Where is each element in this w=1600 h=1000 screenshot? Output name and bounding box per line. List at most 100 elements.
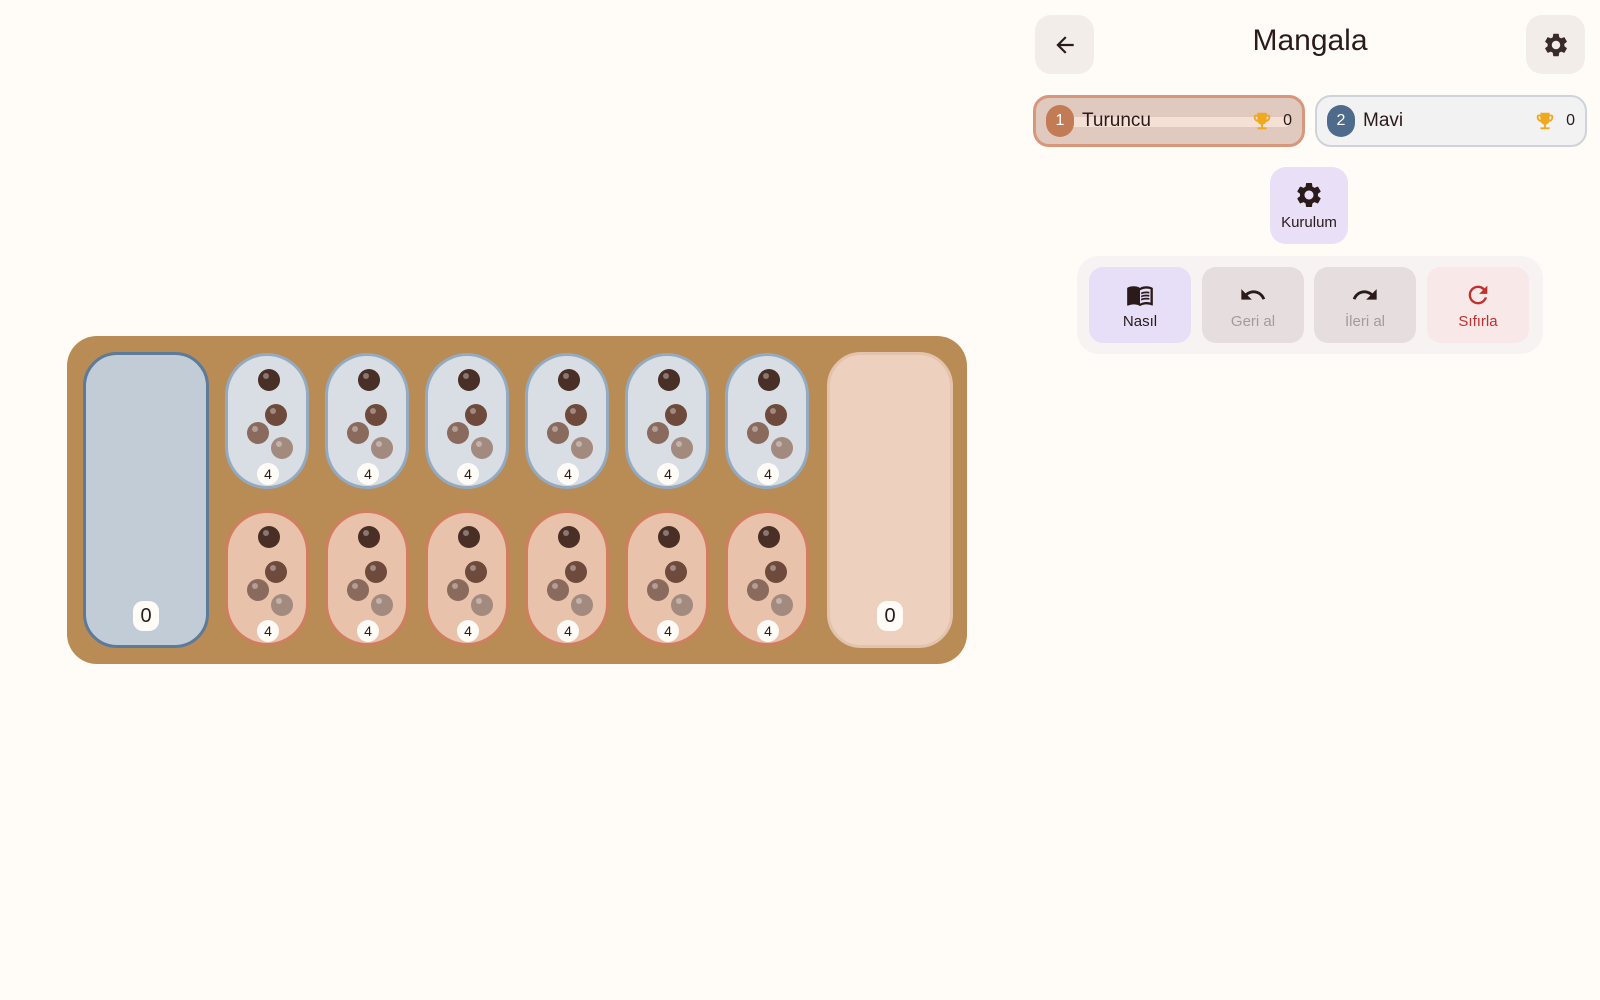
stone xyxy=(458,369,480,391)
setup-label: Kurulum xyxy=(1281,214,1337,231)
store-player-2: 0 xyxy=(83,352,209,648)
pit-bottom-2[interactable]: 4 xyxy=(325,510,409,646)
player-name: Mavi xyxy=(1363,110,1404,131)
stone xyxy=(465,404,487,426)
pit-count: 4 xyxy=(357,620,379,642)
stone xyxy=(647,422,669,444)
stone xyxy=(258,369,280,391)
stone xyxy=(458,526,480,548)
player-score: 0 xyxy=(1566,112,1575,129)
pit-top-4[interactable]: 4 xyxy=(525,353,609,489)
stone xyxy=(758,526,780,548)
pit-bottom-4[interactable]: 4 xyxy=(525,510,609,646)
pit-top-6[interactable]: 4 xyxy=(725,353,809,489)
undo-icon xyxy=(1241,288,1266,300)
stone xyxy=(747,422,769,444)
stone xyxy=(571,594,593,616)
how-to-play-button[interactable]: Nasıl xyxy=(1089,267,1191,343)
stone xyxy=(565,561,587,583)
stone xyxy=(371,437,393,459)
mangala-board: 0 4 4 4 4 4 4 4 4 4 4 4 4 0 xyxy=(67,336,967,664)
stone xyxy=(758,369,780,391)
stone xyxy=(658,526,680,548)
undo-label: Geri al xyxy=(1230,312,1276,330)
player-number-badge: 1 xyxy=(1046,105,1074,137)
stone xyxy=(771,594,793,616)
back-button[interactable] xyxy=(1035,15,1094,74)
pit-count: 4 xyxy=(657,463,679,485)
how-to-play-label: Nasıl xyxy=(1122,312,1158,330)
gear-icon xyxy=(1544,33,1567,56)
stone xyxy=(471,437,493,459)
app: Mangala 1 Turuncu 0 2 Mavi 0 Kurulum Nas… xyxy=(0,0,1600,1000)
undo-button[interactable]: Geri al xyxy=(1202,267,1304,343)
stone xyxy=(747,579,769,601)
pit-count: 4 xyxy=(357,463,379,485)
pit-bottom-1[interactable]: 4 xyxy=(225,510,309,646)
stone xyxy=(258,526,280,548)
stone xyxy=(665,404,687,426)
pit-count: 4 xyxy=(457,620,479,642)
stone xyxy=(647,579,669,601)
stone xyxy=(271,594,293,616)
reset-button[interactable]: Sıfırla xyxy=(1427,267,1529,343)
redo-label: İleri al xyxy=(1344,312,1385,330)
stone xyxy=(671,594,693,616)
stone xyxy=(358,369,380,391)
settings-button[interactable] xyxy=(1526,15,1585,74)
pit-count: 4 xyxy=(257,463,279,485)
trophy-icon xyxy=(1536,112,1554,130)
stone xyxy=(558,526,580,548)
player-score: 0 xyxy=(1283,112,1292,129)
stone xyxy=(358,526,380,548)
trophy-icon xyxy=(1253,112,1271,130)
player-card-1[interactable]: 1 Turuncu 0 xyxy=(1033,95,1305,147)
stone xyxy=(565,404,587,426)
stone xyxy=(547,579,569,601)
stone xyxy=(265,561,287,583)
stone xyxy=(265,404,287,426)
stone xyxy=(658,369,680,391)
stone xyxy=(371,594,393,616)
stone xyxy=(447,579,469,601)
arrow-left-icon xyxy=(1055,35,1074,54)
setup-button[interactable]: Kurulum xyxy=(1270,167,1348,244)
book-icon xyxy=(1127,285,1153,306)
refresh-icon xyxy=(1468,285,1488,304)
pit-count: 4 xyxy=(757,620,779,642)
pit-count: 4 xyxy=(257,620,279,642)
page-title: Mangala xyxy=(1252,24,1368,57)
stone xyxy=(247,579,269,601)
action-bar: Nasıl Geri al İleri al Sıfırla xyxy=(1077,256,1543,354)
pit-top-2[interactable]: 4 xyxy=(325,353,409,489)
stone xyxy=(671,437,693,459)
stone xyxy=(547,422,569,444)
reset-label: Sıfırla xyxy=(1458,312,1498,330)
stone xyxy=(765,404,787,426)
pit-count: 4 xyxy=(457,463,479,485)
pit-top-1[interactable]: 4 xyxy=(225,353,309,489)
stone xyxy=(571,437,593,459)
stone xyxy=(365,561,387,583)
stone xyxy=(465,561,487,583)
stone xyxy=(247,422,269,444)
stone xyxy=(347,422,369,444)
pit-top-3[interactable]: 4 xyxy=(425,353,509,489)
player-card-2[interactable]: 2 Mavi 0 xyxy=(1315,95,1587,147)
pit-bottom-3[interactable]: 4 xyxy=(425,510,509,646)
stone xyxy=(558,369,580,391)
stone xyxy=(365,404,387,426)
stone xyxy=(765,561,787,583)
stone xyxy=(771,437,793,459)
store-player-1: 0 xyxy=(827,352,953,648)
redo-button[interactable]: İleri al xyxy=(1314,267,1416,343)
pit-bottom-6[interactable]: 4 xyxy=(725,510,809,646)
redo-icon xyxy=(1352,288,1377,300)
stone xyxy=(347,579,369,601)
pit-bottom-5[interactable]: 4 xyxy=(625,510,709,646)
stone xyxy=(447,422,469,444)
pit-count: 4 xyxy=(757,463,779,485)
pit-top-5[interactable]: 4 xyxy=(625,353,709,489)
player-name: Turuncu xyxy=(1082,110,1151,131)
pit-count: 4 xyxy=(657,620,679,642)
